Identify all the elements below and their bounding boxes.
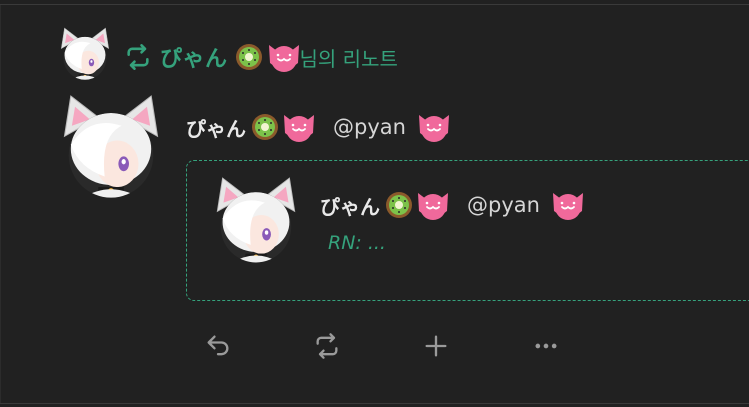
note-header: ぴゃん @pyan <box>186 110 452 144</box>
plus-icon <box>425 335 447 357</box>
reply-icon <box>207 335 229 356</box>
renote-header: ぴゃん 님의 리노트 <box>124 40 398 74</box>
renote-button[interactable] <box>311 330 343 362</box>
divider <box>0 4 749 5</box>
pink-cat-emoji <box>418 115 449 142</box>
pink-cat-emoji <box>418 193 448 220</box>
divider <box>0 5 1 403</box>
renote-suffix: 님의 리노트 <box>299 46 398 71</box>
quoted-author-name[interactable]: ぴゃん <box>320 191 380 220</box>
pink-cat-emoji <box>552 193 583 220</box>
renoter-avatar[interactable] <box>58 27 112 83</box>
more-button[interactable] <box>530 330 562 362</box>
pink-cat-emoji <box>268 45 299 72</box>
quoted-note-text: RN: ... <box>328 232 386 254</box>
quoted-note-header: ぴゃん @pyan <box>320 188 586 222</box>
renote-item: ぴゃん 님의 리노트 ぴゃん @pyan ぴゃん @pyan RN: ... <box>0 0 749 407</box>
repeat-icon <box>127 44 149 70</box>
react-button[interactable] <box>420 330 452 362</box>
renoter-name[interactable]: ぴゃん <box>160 41 228 73</box>
note-author-avatar[interactable] <box>58 94 164 204</box>
quoted-author-username[interactable]: @pyan <box>467 193 540 217</box>
quoted-author-avatar[interactable] <box>212 172 300 272</box>
author-name[interactable]: ぴゃん <box>186 113 246 142</box>
more-dots-icon <box>535 343 557 349</box>
author-username[interactable]: @pyan <box>333 115 406 139</box>
reply-button[interactable] <box>202 330 234 362</box>
divider <box>0 403 749 404</box>
pink-cat-emoji <box>284 115 314 142</box>
kiwi-emoji <box>252 114 278 140</box>
repeat-icon <box>316 333 338 359</box>
kiwi-emoji <box>235 44 262 70</box>
kiwi-emoji <box>386 192 412 218</box>
